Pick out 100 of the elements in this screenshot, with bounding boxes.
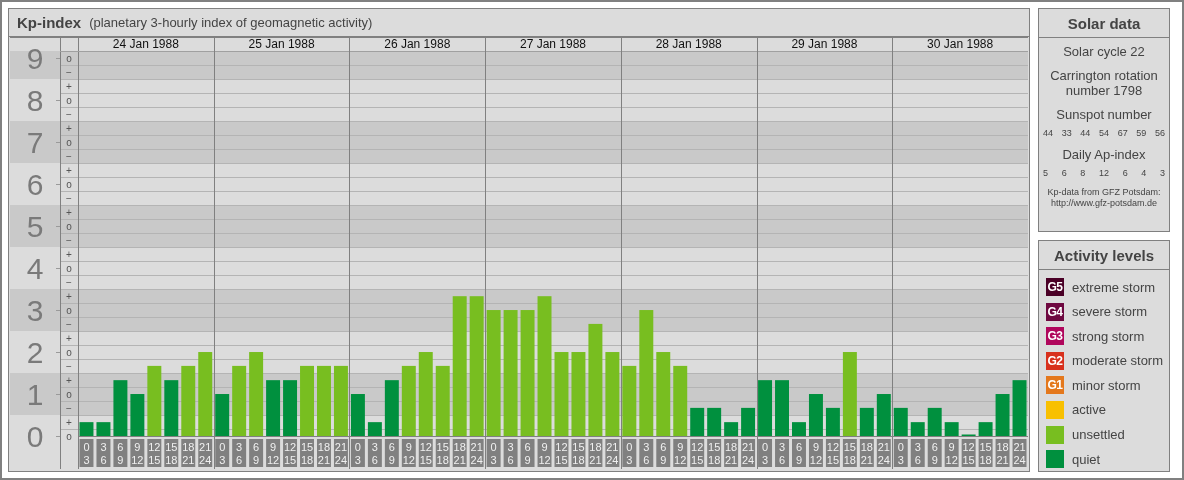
time-slot-label: 6 9 [113,439,128,467]
y-axis-minor-label: − [66,192,72,204]
date-label: 26 Jan 1988 [384,37,451,51]
time-slot-label: 0 3 [215,439,230,467]
time-slot-label: 18 21 [452,439,467,467]
level-label: severe storm [1072,304,1148,320]
y-axis-minor-label: + [66,416,72,428]
y-axis-minor-label: − [66,150,72,162]
y-axis-minor-label: − [66,402,72,414]
level-swatch: G4 [1046,302,1064,321]
y-axis-minor-label: − [66,360,72,372]
time-slot-label: 0 3 [893,439,908,467]
time-slot-label: 6 9 [520,439,535,467]
time-slot-label: 9 12 [266,439,281,467]
time-slot-label: 18 21 [317,439,331,467]
time-slot-label: 21 24 [876,439,891,467]
sunspot-value: 59 [1136,128,1147,138]
ap-index-value: 8 [1080,168,1086,178]
time-slot-label: 15 18 [978,439,993,467]
sunspot-value: 44 [1043,128,1053,138]
time-slot-label: 12 15 [418,439,433,467]
y-axis-minor-label: o [66,304,72,316]
y-axis-minor-label: − [66,108,72,120]
y-axis-minor-label: − [66,276,72,288]
y-axis-label: 9 [26,41,44,75]
level-swatch: G1 [1046,376,1064,395]
ap-index-value: 4 [1141,168,1147,178]
y-axis-minor-label: o [66,94,72,106]
time-slot-label: 18 21 [859,439,874,467]
y-axis-minor-label: − [66,234,72,246]
y-axis-minor-label: o [66,262,72,274]
sunspot-value: 56 [1154,128,1165,138]
time-slot-label: 12 15 [554,439,569,467]
y-axis-minor-label: o [66,346,72,358]
time-slot-label: 15 18 [842,439,857,467]
y-axis-label: 5 [26,209,44,243]
time-slot-label: 21 24 [605,439,620,467]
y-axis-minor-label: + [66,290,72,302]
time-slot-label: 3 6 [232,439,247,467]
y-axis-minor-label: − [66,66,72,78]
time-slot-label: 0 3 [350,439,365,467]
y-axis-minor-label: + [66,248,72,260]
level-swatch: G2 [1046,351,1064,370]
ap-index-value: 12 [1098,168,1109,178]
y-axis-minor-label: + [66,206,72,218]
level-label: active [1072,402,1106,418]
time-slot-label: 0 3 [622,439,637,467]
solar-cycle-text: Solar cycle 22 [1063,44,1145,59]
time-slot-label: 9 12 [673,439,688,467]
time-slot-label: 12 15 [147,439,162,467]
y-axis-minor-label: o [66,388,72,400]
time-slot-label: 6 9 [792,439,806,467]
level-label: strong storm [1072,328,1145,344]
time-slot-label: 15 18 [435,439,450,467]
y-axis-minor-label: o [66,178,72,190]
time-slot-label: 15 18 [571,439,586,467]
level-swatch: G3 [1046,327,1064,346]
panel-title: Solar data [1039,9,1169,38]
level-label: extreme storm [1072,279,1156,295]
time-slot-label: 3 6 [503,439,518,467]
time-slot-label: 3 6 [775,439,789,467]
sunspot-label: Sunspot number [1056,107,1152,122]
time-slot-label: 3 6 [910,439,925,467]
time-slot-label: 9 12 [401,439,416,467]
level-label: minor storm [1072,377,1141,393]
y-axis-label: 2 [26,335,44,369]
y-axis-minor-label: + [66,164,72,176]
time-slot-label: 0 3 [758,439,773,467]
date-label: 28 Jan 1988 [655,37,722,51]
time-slot-label: 9 12 [130,439,145,467]
time-slot-label: 6 9 [927,439,942,467]
y-axis-minor-label: + [66,80,72,92]
date-label: 24 Jan 1988 [112,37,179,51]
time-slot-label: 15 18 [300,439,314,467]
time-slot-label: 15 18 [707,439,722,467]
time-slot-label: 0 3 [486,439,501,467]
y-axis-minor-label: o [66,430,72,442]
sunspot-value: 33 [1061,128,1072,138]
time-slot-label: 12 15 [283,439,298,467]
level-label: unsettled [1072,427,1125,443]
time-slot-label: 6 9 [249,439,264,467]
ap-index-value: 5 [1043,168,1048,178]
sunspot-value: 54 [1098,128,1109,138]
source-text: Kp-data from GFZ Potsdam: http://www.gfz-potsdam.de [1047,187,1161,209]
time-slot-label: 9 12 [944,439,959,467]
ap-index-value: 3 [1159,168,1165,178]
time-slot-label: 21 24 [469,439,484,467]
y-axis-minor-label: o [66,136,72,148]
time-slot-label: 21 24 [198,439,213,467]
level-label: moderate storm [1072,353,1164,369]
time-slot-label: 9 12 [537,439,552,467]
level-swatch: G5 [1046,278,1064,296]
y-axis-label: 6 [26,167,44,201]
time-slot-label: 18 21 [995,439,1010,467]
panel-subtitle: (planetary 3-hourly index of geomagnetic activity) [89,15,373,30]
time-slot-label: 18 21 [181,439,196,467]
ap-index-value: 6 [1061,168,1067,178]
time-slot-label: 12 15 [690,439,705,467]
time-slot-label: 12 15 [961,439,976,467]
y-axis-minor-label: + [66,332,72,344]
